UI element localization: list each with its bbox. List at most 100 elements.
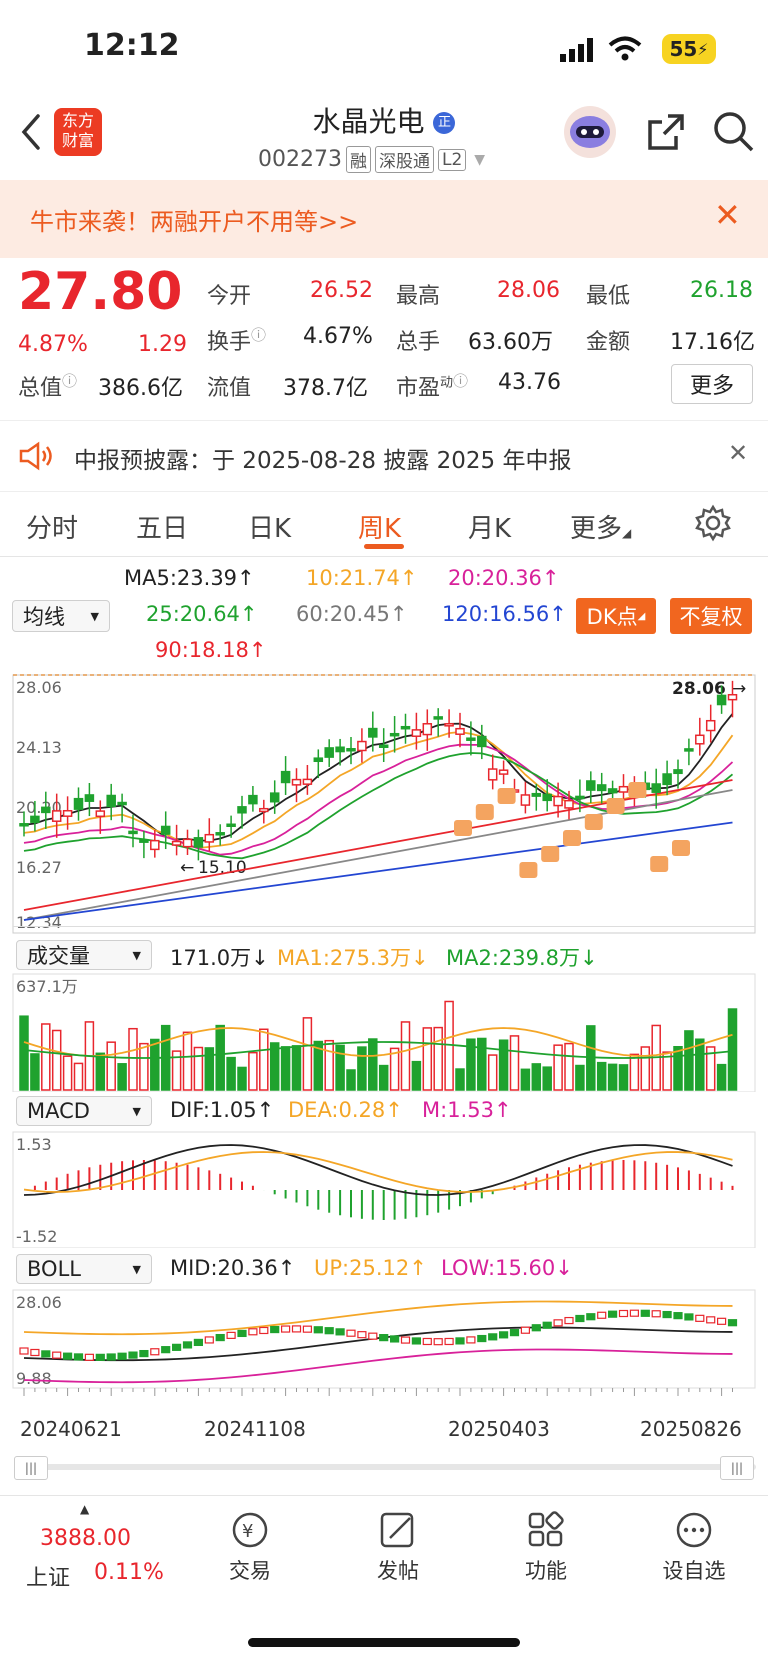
boll-candle <box>270 1325 280 1334</box>
candle-body <box>30 815 40 823</box>
candle-body <box>531 792 542 797</box>
amount-label: 金额 <box>586 330 631 355</box>
macd-dea: DEA:0.28↑ <box>288 1098 403 1122</box>
tab-daily-k[interactable]: 日K <box>248 508 291 545</box>
candlesticks <box>19 680 738 861</box>
boll-candle <box>640 1309 650 1317</box>
settings-gear-icon[interactable] <box>694 504 732 542</box>
promo-text[interactable]: 牛市来袭！两融开户不用等>> <box>30 202 358 237</box>
macd-selector[interactable]: MACD ▼ <box>16 1096 152 1126</box>
boll-candle <box>564 1316 574 1325</box>
volume-bar <box>150 1038 160 1091</box>
candle-body <box>520 794 531 806</box>
tab-five-day[interactable]: 五日 <box>136 508 188 545</box>
candle-body <box>84 794 95 802</box>
ma-selector[interactable]: 均线 ▼ <box>12 600 110 632</box>
volume-bar <box>368 1038 378 1091</box>
volume-bar <box>389 1047 400 1091</box>
tab-intraday[interactable]: 分时 <box>26 508 78 545</box>
index-change[interactable]: 0.11% <box>94 1560 164 1585</box>
candle-body <box>41 806 51 814</box>
boll-candle <box>19 1347 29 1355</box>
volume-bar <box>455 1068 465 1091</box>
volume-label: 总手 <box>396 330 441 355</box>
nav-functions[interactable]: 功能 <box>496 1510 596 1585</box>
volume-ma2: MA2:239.8万↓ <box>446 946 598 970</box>
info-icon[interactable]: ⓘ <box>251 326 266 344</box>
connect-tag: 深股通 <box>374 146 434 173</box>
volume-bar <box>106 1041 116 1091</box>
volume-bar <box>498 1039 509 1091</box>
candle-body <box>673 769 683 775</box>
volume-chart[interactable]: 637.1万 <box>0 972 768 1092</box>
tab-more[interactable]: 更多◢ <box>570 508 631 545</box>
tab-weekly-k[interactable]: 周K <box>358 508 401 545</box>
promo-banner[interactable]: 牛市来袭！两融开户不用等>> ✕ <box>0 180 768 258</box>
boll-candle <box>161 1346 171 1354</box>
open-value: 26.52 <box>310 278 373 303</box>
close-icon[interactable]: ✕ <box>728 439 748 467</box>
candle-body <box>357 740 367 752</box>
boll-candle <box>597 1311 607 1319</box>
nav-trade[interactable]: ¥ 交易 <box>200 1510 300 1585</box>
boll-candle <box>62 1352 73 1360</box>
boll-candle <box>400 1336 411 1344</box>
candle-body <box>160 825 171 835</box>
nav-add-watchlist[interactable]: 设自选 <box>644 1510 744 1585</box>
candle-body <box>324 747 334 758</box>
active-tab-indicator <box>364 544 404 549</box>
boll-candle <box>520 1326 531 1334</box>
volume-bar <box>30 1053 40 1091</box>
notice-bar[interactable]: 中报预披露：于 2025-08-28 披露 2025 年中报 ✕ <box>0 420 768 492</box>
more-button[interactable]: 更多 <box>671 364 753 404</box>
candle-body <box>477 735 487 748</box>
volume-bars <box>19 1000 738 1091</box>
ma60-value: 60:20.45↑ <box>296 602 408 626</box>
nav-post[interactable]: 发帖 <box>348 1510 448 1585</box>
float-value: 378.7亿 <box>283 376 368 401</box>
search-icon[interactable] <box>712 110 756 154</box>
boll-candle <box>444 1337 454 1346</box>
robot-assistant-icon[interactable] <box>560 104 620 160</box>
boll-candle <box>139 1349 149 1358</box>
boll-chart[interactable]: 28.06 9.88 20240621 <box>0 1288 768 1408</box>
candle-body <box>193 837 204 848</box>
boll-selector[interactable]: BOLL ▼ <box>16 1254 152 1284</box>
info-icon[interactable]: ⓘ <box>62 372 77 390</box>
boll-candle <box>466 1336 476 1344</box>
index-value[interactable]: 3888.00 <box>40 1526 131 1551</box>
stock-name: 水晶光电 <box>312 105 425 138</box>
volume-bar <box>618 1064 629 1091</box>
dk-point-button[interactable]: DK点 ◢ <box>576 598 656 634</box>
candle-body <box>542 793 552 802</box>
tab-monthly-k[interactable]: 月K <box>468 508 511 545</box>
dropdown-caret-icon[interactable]: ▼ <box>474 152 485 168</box>
volume-bar <box>291 1045 302 1091</box>
range-right-handle[interactable]: ||| <box>720 1456 754 1480</box>
macd-chart[interactable]: 1.53 -1.52 <box>0 1130 768 1248</box>
candle-body <box>280 770 291 784</box>
boll-candle <box>324 1327 334 1335</box>
index-name[interactable]: 上证 <box>26 1560 70 1592</box>
range-left-handle[interactable]: ||| <box>14 1456 48 1480</box>
candle-body <box>618 785 629 793</box>
boll-candle <box>531 1324 541 1332</box>
dk-marker <box>650 856 669 872</box>
boll-candle <box>128 1351 138 1359</box>
share-icon[interactable] <box>646 112 686 152</box>
y-label-2: 24.13 <box>16 738 62 757</box>
range-scrollbar[interactable]: ||| ||| <box>14 1456 756 1480</box>
candle-body <box>433 716 443 720</box>
volume-selector[interactable]: 成交量 ▼ <box>16 940 152 970</box>
adjust-button[interactable]: 不复权 <box>670 598 752 634</box>
volume-bar <box>531 1063 542 1091</box>
volume-bar <box>357 1046 367 1091</box>
candle-body <box>411 729 422 737</box>
boll-candle <box>302 1325 312 1333</box>
close-icon[interactable]: ✕ <box>714 196 741 234</box>
boll-candle <box>30 1348 40 1357</box>
info-icon[interactable]: ⓘ <box>453 372 468 390</box>
boll-candle <box>477 1334 487 1343</box>
high-label: 最高 <box>396 284 441 309</box>
boll-candle <box>629 1309 640 1317</box>
